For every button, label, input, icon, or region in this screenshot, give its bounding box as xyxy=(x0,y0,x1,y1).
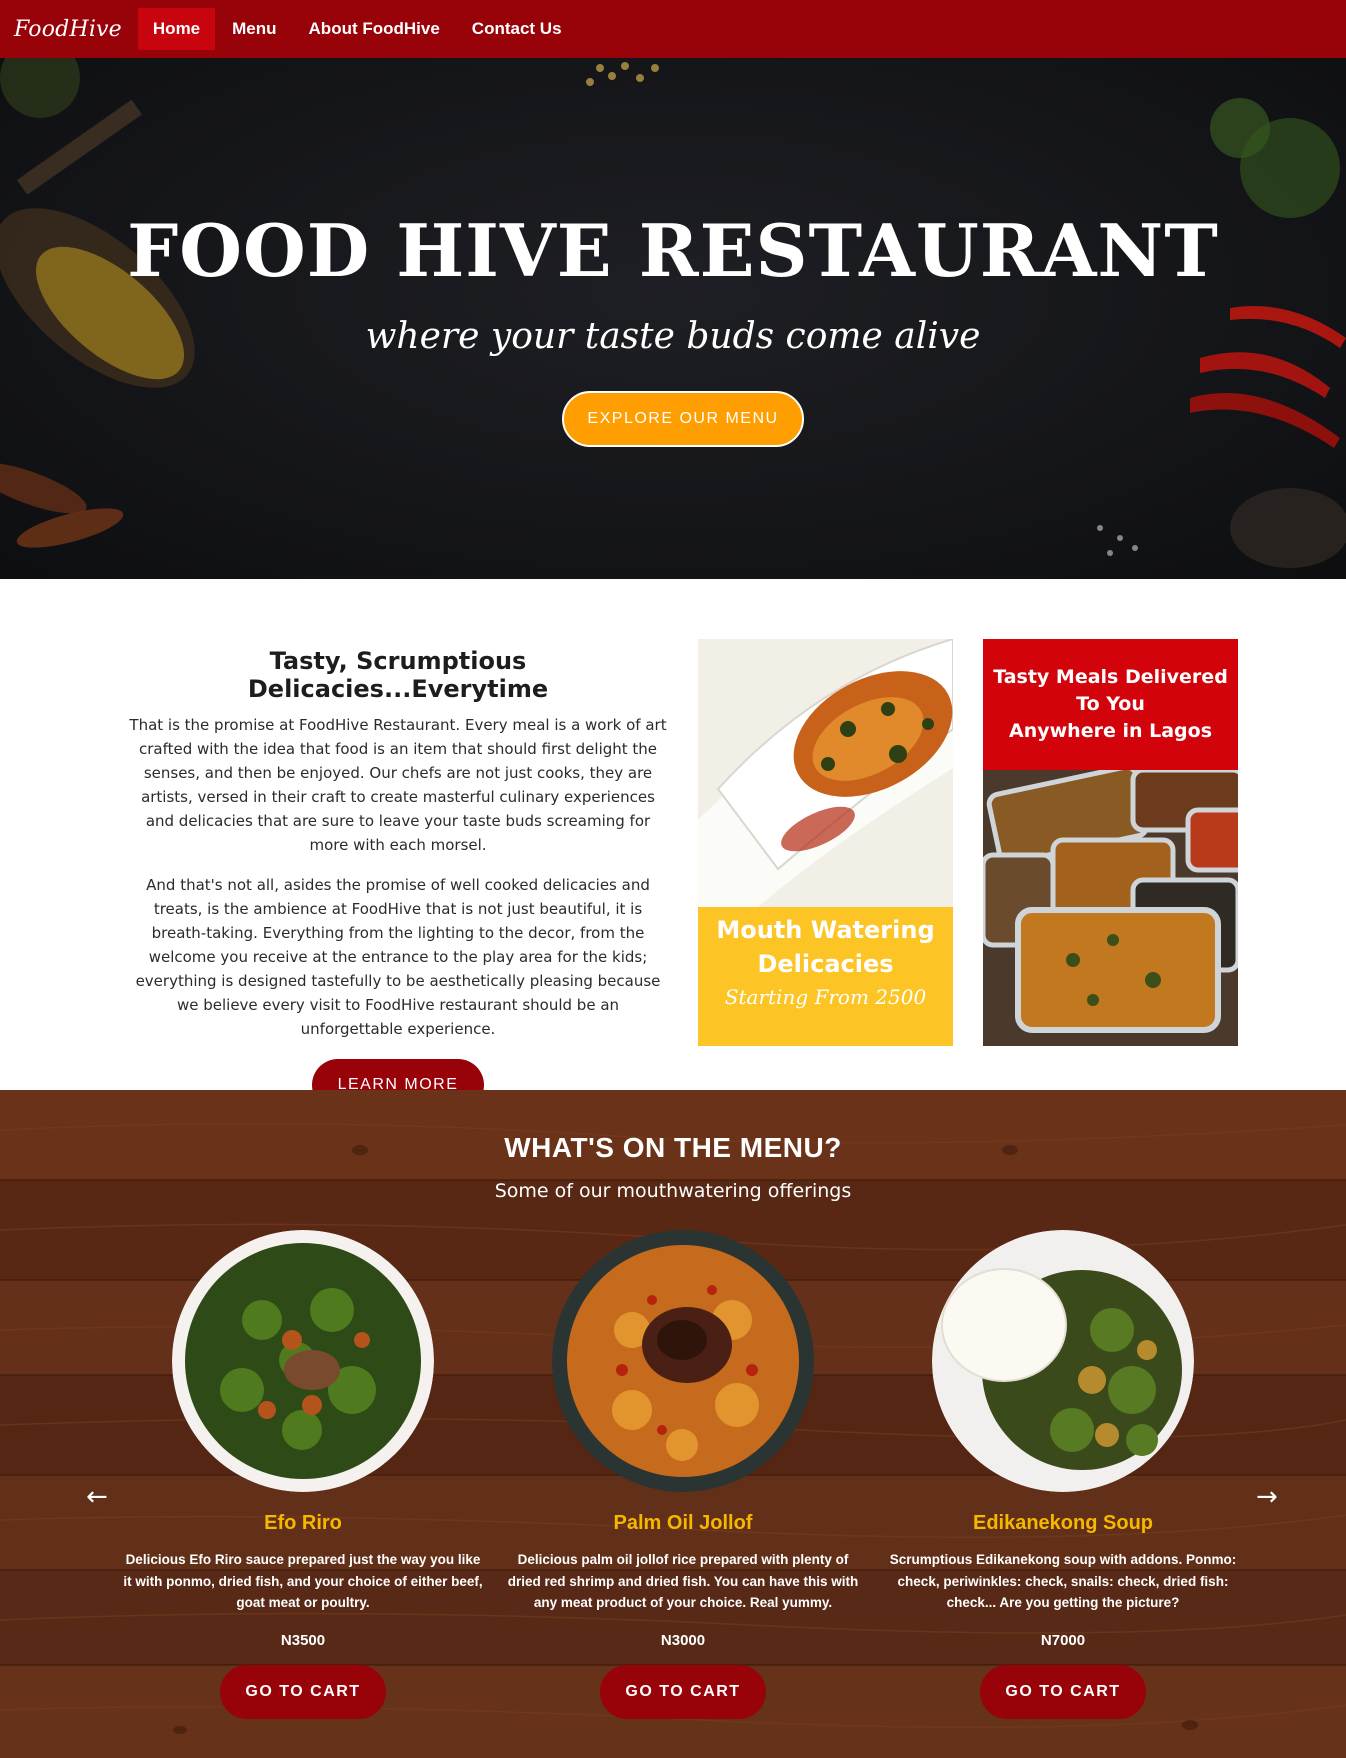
menu-card-efo-riro: Efo Riro Delicious Efo Riro sauce prepar… xyxy=(113,1230,493,1719)
menu-item-name: Edikanekong Soup xyxy=(972,1512,1154,1534)
menu-item-description: Scrumptious Edikanekong soup with addons… xyxy=(889,1552,1237,1610)
menu-card-palm-oil-jollof: Palm Oil Jollof Delicious palm oil jollo… xyxy=(493,1230,873,1719)
nav-item-about[interactable]: About FoodHive xyxy=(294,8,455,50)
edikanekong-soup-plate-image xyxy=(932,1230,1194,1492)
hero-banner: FOOD HIVE RESTAURANT where your taste bu… xyxy=(0,58,1346,579)
menu-subtitle: Some of our mouthwatering offerings xyxy=(494,1180,852,1202)
efo-riro-dish-image xyxy=(698,639,953,907)
menu-item-price: N7000 xyxy=(1040,1631,1086,1649)
delivery-caption: Tasty Meals Delivered To You Anywhere in… xyxy=(983,639,1238,770)
explore-menu-button[interactable]: EXPLORE OUR MENU xyxy=(562,391,804,447)
nav-item-home[interactable]: Home xyxy=(137,8,216,50)
menu-item-name: Efo Riro xyxy=(264,1512,342,1534)
nav-item-contact[interactable]: Contact Us xyxy=(457,8,577,50)
menu-section: WHAT'S ON THE MENU? Some of our mouthwat… xyxy=(0,1090,1346,1758)
promo2-line3: Anywhere in Lagos xyxy=(1009,720,1212,742)
menu-item-price: N3000 xyxy=(660,1631,706,1649)
about-paragraph-2: And that's not all, asides the promise o… xyxy=(135,876,661,1038)
promo1-line1: Mouth Watering xyxy=(716,916,935,944)
brand-logo[interactable]: FoodHive xyxy=(14,17,122,42)
menu-item-description: Delicious palm oil jollof rice prepared … xyxy=(507,1552,859,1610)
promo-mouth-watering-banner[interactable]: Mouth Watering Delicacies Starting From … xyxy=(698,639,953,1046)
about-paragraph-1: That is the promise at FoodHive Restaura… xyxy=(129,716,667,854)
efo-riro-plate-graphic xyxy=(172,1230,434,1492)
edikanekong-soup-plate-graphic xyxy=(932,1230,1194,1492)
mouth-watering-caption: Mouth Watering Delicacies Starting From … xyxy=(698,907,953,1046)
top-navbar: FoodHive Home Menu About FoodHive Contac… xyxy=(0,0,1346,58)
promo1-line3: Starting From 2500 xyxy=(724,985,927,1009)
menu-item-price: N3500 xyxy=(280,1631,326,1649)
menu-item-description: Delicious Efo Riro sauce prepared just t… xyxy=(123,1552,483,1610)
hero-subtitle: where your taste buds come alive xyxy=(365,316,981,357)
hero-title: FOOD HIVE RESTAURANT xyxy=(127,208,1219,293)
promo-delivery-banner[interactable]: Tasty Meals Delivered To You Anywhere in… xyxy=(983,639,1238,1046)
go-to-cart-button[interactable]: GO TO CART xyxy=(220,1664,386,1719)
palm-oil-jollof-plate-image xyxy=(552,1230,814,1492)
palm-oil-jollof-plate-graphic xyxy=(552,1230,814,1492)
menu-title: WHAT'S ON THE MENU? xyxy=(504,1132,842,1163)
carousel-next-arrow-icon[interactable]: → xyxy=(1256,1482,1278,1512)
promo2-line2: To You xyxy=(1076,693,1145,715)
nav-item-menu[interactable]: Menu xyxy=(217,8,291,50)
go-to-cart-button[interactable]: GO TO CART xyxy=(600,1664,766,1719)
menu-item-name: Palm Oil Jollof xyxy=(613,1512,753,1534)
efo-riro-plate-image xyxy=(172,1230,434,1492)
go-to-cart-button[interactable]: GO TO CART xyxy=(980,1664,1146,1719)
menu-card-edikanekong-soup: Edikanekong Soup Scrumptious Edikanekong… xyxy=(873,1230,1253,1719)
about-text-block: Tasty, Scrumptious Delicacies...Everytim… xyxy=(128,647,668,1111)
food-trays-image xyxy=(983,770,1238,1046)
carousel-prev-arrow-icon[interactable]: ← xyxy=(86,1482,108,1512)
promo1-line2: Delicacies xyxy=(757,950,894,978)
promo2-line1: Tasty Meals Delivered xyxy=(993,666,1228,688)
about-section: Tasty, Scrumptious Delicacies...Everytim… xyxy=(0,579,1346,1111)
about-heading: Tasty, Scrumptious Delicacies...Everytim… xyxy=(247,647,549,703)
